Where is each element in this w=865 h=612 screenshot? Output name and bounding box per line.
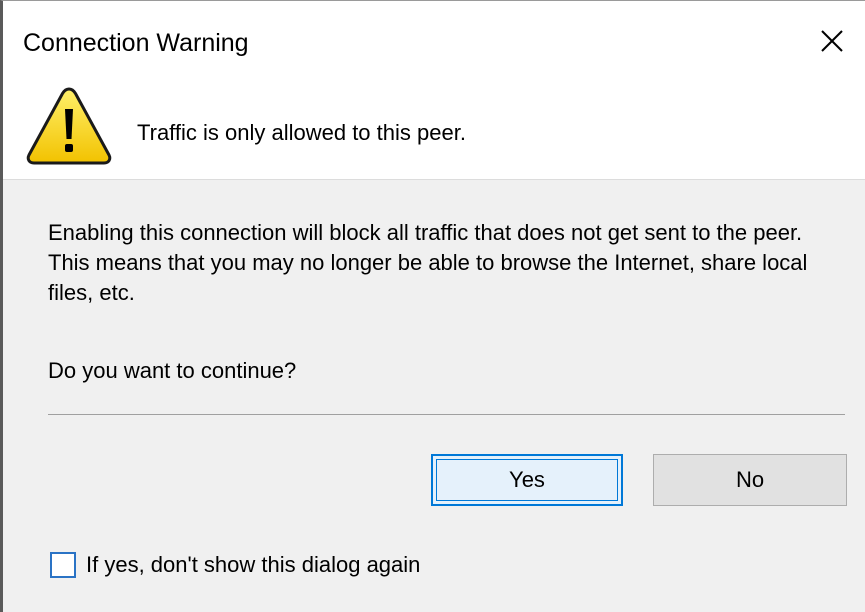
dont-show-again-checkbox[interactable] (50, 552, 76, 578)
warning-triangle-icon (26, 87, 112, 165)
close-x-icon (821, 30, 843, 52)
header-panel: Traffic is only allowed to this peer. (3, 81, 865, 179)
header-message: Traffic is only allowed to this peer. (137, 120, 466, 145)
dialog-title: Connection Warning (23, 29, 249, 57)
connection-warning-dialog: Connection Warning Traffic is only allow… (0, 0, 865, 612)
no-button[interactable]: No (653, 454, 847, 506)
no-button-label: No (735, 467, 765, 492)
yes-button-label: Yes (509, 467, 545, 492)
dont-show-again-option[interactable]: If yes, don't show this dialog again (50, 549, 420, 581)
title-bar: Connection Warning (3, 1, 865, 81)
separator (48, 414, 845, 415)
yes-button[interactable]: Yes (431, 454, 623, 506)
dont-show-again-label: If yes, don't show this dialog again (86, 552, 421, 577)
warning-description: Enabling this connection will block all … (48, 220, 808, 305)
content-panel: Enabling this connection will block all … (3, 179, 865, 612)
close-button[interactable] (803, 13, 861, 69)
continue-question: Do you want to continue? (48, 358, 297, 383)
